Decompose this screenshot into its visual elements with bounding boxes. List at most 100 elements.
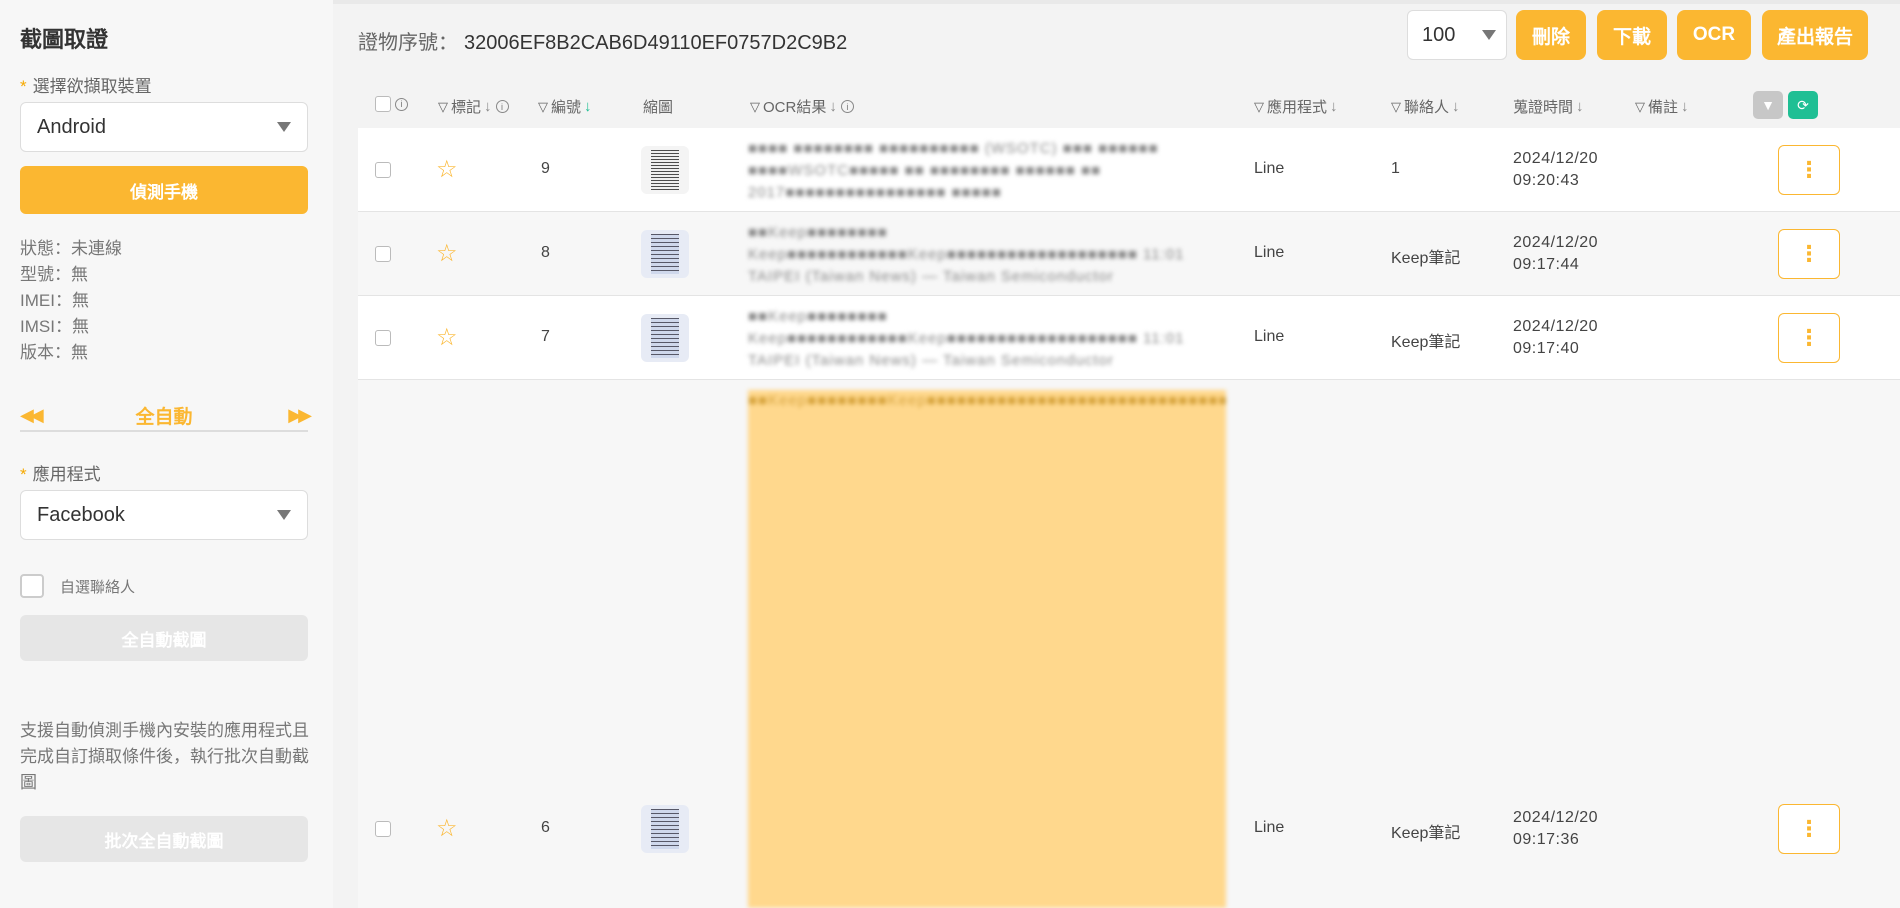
ocr-text: ■■Keep■■■■■■■■Keep■■■■■■■■■■■■■■■■■■■■■■… (748, 390, 1226, 908)
sort-arrow-icon[interactable]: ↓ (1330, 98, 1338, 115)
imei-line: IMEI：無 (20, 291, 89, 310)
batch-capture-button[interactable]: 批次全自動截圖 (20, 816, 308, 862)
table-row[interactable]: ☆ 8 ■■Keep■■■■■■■■ Keep■■■■■■■■■■■■Keep■… (358, 212, 1900, 296)
col-time-label: 蒐證時間 (1513, 99, 1574, 116)
status-line: 狀態：未連線 (20, 239, 122, 258)
capture-time: 2024/12/20 09:17:44 (1513, 232, 1598, 276)
evidence-label: 證物序號： (358, 32, 458, 54)
table-row[interactable]: ☆ 9 ■■■■ ■■■■■■■■ ■■■■■■■■■■ (WSOTC) ■■■… (358, 128, 1900, 212)
contact-name: Keep筆記 (1391, 334, 1461, 351)
report-button[interactable]: 產出報告 (1762, 10, 1868, 60)
thumbnail[interactable] (641, 314, 689, 362)
row-checkbox[interactable] (375, 821, 391, 837)
row-checkbox[interactable] (375, 330, 391, 346)
row-checkbox[interactable] (375, 162, 391, 178)
col-mark[interactable]: ▽ 標記 ↓ i (438, 96, 509, 117)
filter-icon[interactable]: ▽ (538, 99, 548, 115)
capture-time: 2024/12/20 09:17:40 (1513, 316, 1598, 360)
sidebar: 截圖取證 * 選擇欲擷取裝置 Android 偵測手機 狀態：未連線 型號：無 I… (0, 0, 333, 908)
more-options-button[interactable]: ⋮ (1778, 313, 1840, 363)
table-header: i ▽ 標記 ↓ i ▽ 編號 ↓ 縮圖 ▽ OCR結果 ↓ i ▽ 應用程式 … (358, 88, 1900, 124)
chevron-down-icon (277, 510, 291, 520)
info-icon[interactable]: i (395, 97, 408, 111)
thumbnail[interactable] (641, 146, 689, 194)
col-contact-label: 聯絡人 (1404, 99, 1450, 116)
device-label: * 選擇欲擷取裝置 (20, 77, 152, 96)
device-select-value: Android (37, 115, 106, 138)
refresh-icon[interactable]: ⟳ (1788, 91, 1818, 119)
sort-arrow-icon[interactable]: ↓ (484, 98, 492, 115)
app-name: Line (1254, 160, 1285, 177)
sort-arrow-icon[interactable]: ↓ (1681, 98, 1689, 115)
delete-button[interactable]: 刪除 (1516, 10, 1586, 60)
custom-contact-row: 自選聯絡人 (20, 574, 135, 598)
filter-icon[interactable]: ▽ (1391, 99, 1401, 115)
mode-label: 全自動 (135, 406, 193, 428)
mode-switcher: ◀◀ 全自動 ▶▶ (20, 400, 312, 432)
filter-icon[interactable]: ▽ (1635, 99, 1645, 115)
filter-icon[interactable]: ▽ (438, 99, 448, 115)
capture-date: 2024/12/20 (1513, 150, 1599, 167)
col-number[interactable]: ▽ 編號 ↓ (538, 96, 592, 117)
capture-time: 2024/12/20 09:17:36 (1513, 807, 1598, 851)
star-icon[interactable]: ☆ (436, 239, 458, 268)
col-note-label: 備註 (1648, 99, 1679, 116)
contact-name: Keep筆記 (1391, 825, 1461, 842)
device-select[interactable]: Android (20, 102, 308, 152)
thumbnail[interactable] (641, 805, 689, 853)
description-text: 支援自動偵測手機內安裝的應用程式且完成自訂擷取條件後，執行批次自動截圖 (20, 721, 309, 792)
table-row[interactable]: ☆ 6 ■■Keep■■■■■■■■Keep■■■■■■■■■■■■■■■■■■… (358, 380, 1900, 908)
custom-contact-label: 自選聯絡人 (60, 578, 136, 596)
star-icon[interactable]: ☆ (436, 155, 458, 184)
col-ocr-label: OCR結果 (763, 99, 827, 116)
main-panel: 證物序號： 32006EF8B2CAB6D49110EF0757D2C9B2 10… (333, 0, 1900, 908)
col-app[interactable]: ▽ 應用程式 ↓ (1254, 96, 1338, 117)
more-options-button[interactable]: ⋮ (1778, 145, 1840, 195)
sort-arrow-icon[interactable]: ↓ (829, 98, 837, 115)
row-number: 8 (541, 244, 550, 261)
filter-icon[interactable]: ▽ (750, 99, 760, 115)
page-size-select[interactable]: 100 (1407, 10, 1507, 60)
download-button[interactable]: 下載 (1597, 10, 1667, 60)
app-select[interactable]: Facebook (20, 490, 308, 540)
capture-date: 2024/12/20 (1513, 809, 1599, 826)
app-name: Line (1254, 819, 1285, 836)
capture-time: 2024/12/20 09:20:43 (1513, 148, 1598, 192)
info-icon[interactable]: i (495, 100, 509, 113)
col-note[interactable]: ▽ 備註 ↓ (1635, 96, 1689, 117)
more-options-button[interactable]: ⋮ (1778, 804, 1840, 854)
sort-arrow-icon[interactable]: ↓ (584, 98, 592, 115)
page-size-value: 100 (1422, 23, 1456, 46)
col-contact[interactable]: ▽ 聯絡人 ↓ (1391, 96, 1460, 117)
mode-prev-icon[interactable]: ◀◀ (20, 405, 44, 426)
select-all-checkbox[interactable] (375, 96, 391, 112)
col-time[interactable]: 蒐證時間 ↓ (1513, 96, 1584, 117)
capture-clock: 09:17:44 (1513, 256, 1580, 273)
auto-capture-button[interactable]: 全自動截圖 (20, 615, 308, 661)
filter-toggle-icon[interactable]: ▼ (1753, 91, 1783, 119)
col-ocr[interactable]: ▽ OCR結果 ↓ i (750, 96, 854, 117)
row-number: 9 (541, 160, 550, 177)
select-all: i (375, 96, 408, 112)
custom-contact-checkbox[interactable] (20, 574, 44, 598)
capture-date: 2024/12/20 (1513, 318, 1599, 335)
app-name: Line (1254, 244, 1285, 261)
row-checkbox[interactable] (375, 246, 391, 262)
ocr-button[interactable]: OCR (1677, 10, 1751, 60)
star-icon[interactable]: ☆ (436, 323, 458, 352)
table-row[interactable]: ☆ 7 ■■Keep■■■■■■■■ Keep■■■■■■■■■■■■Keep■… (358, 296, 1900, 380)
sort-arrow-icon[interactable]: ↓ (1452, 98, 1460, 115)
mode-next-icon[interactable]: ▶▶ (288, 405, 312, 426)
chevron-down-icon (277, 122, 291, 132)
sort-arrow-icon[interactable]: ↓ (1576, 98, 1584, 115)
info-icon[interactable]: i (840, 100, 854, 113)
detect-phone-button[interactable]: 偵測手機 (20, 166, 308, 214)
chevron-down-icon (1482, 30, 1496, 40)
col-number-label: 編號 (551, 99, 582, 116)
star-icon[interactable]: ☆ (436, 814, 458, 843)
filter-icon[interactable]: ▽ (1254, 99, 1264, 115)
row-number: 7 (541, 328, 550, 345)
thumbnail[interactable] (641, 230, 689, 278)
more-options-button[interactable]: ⋮ (1778, 229, 1840, 279)
capture-clock: 09:17:40 (1513, 340, 1580, 357)
